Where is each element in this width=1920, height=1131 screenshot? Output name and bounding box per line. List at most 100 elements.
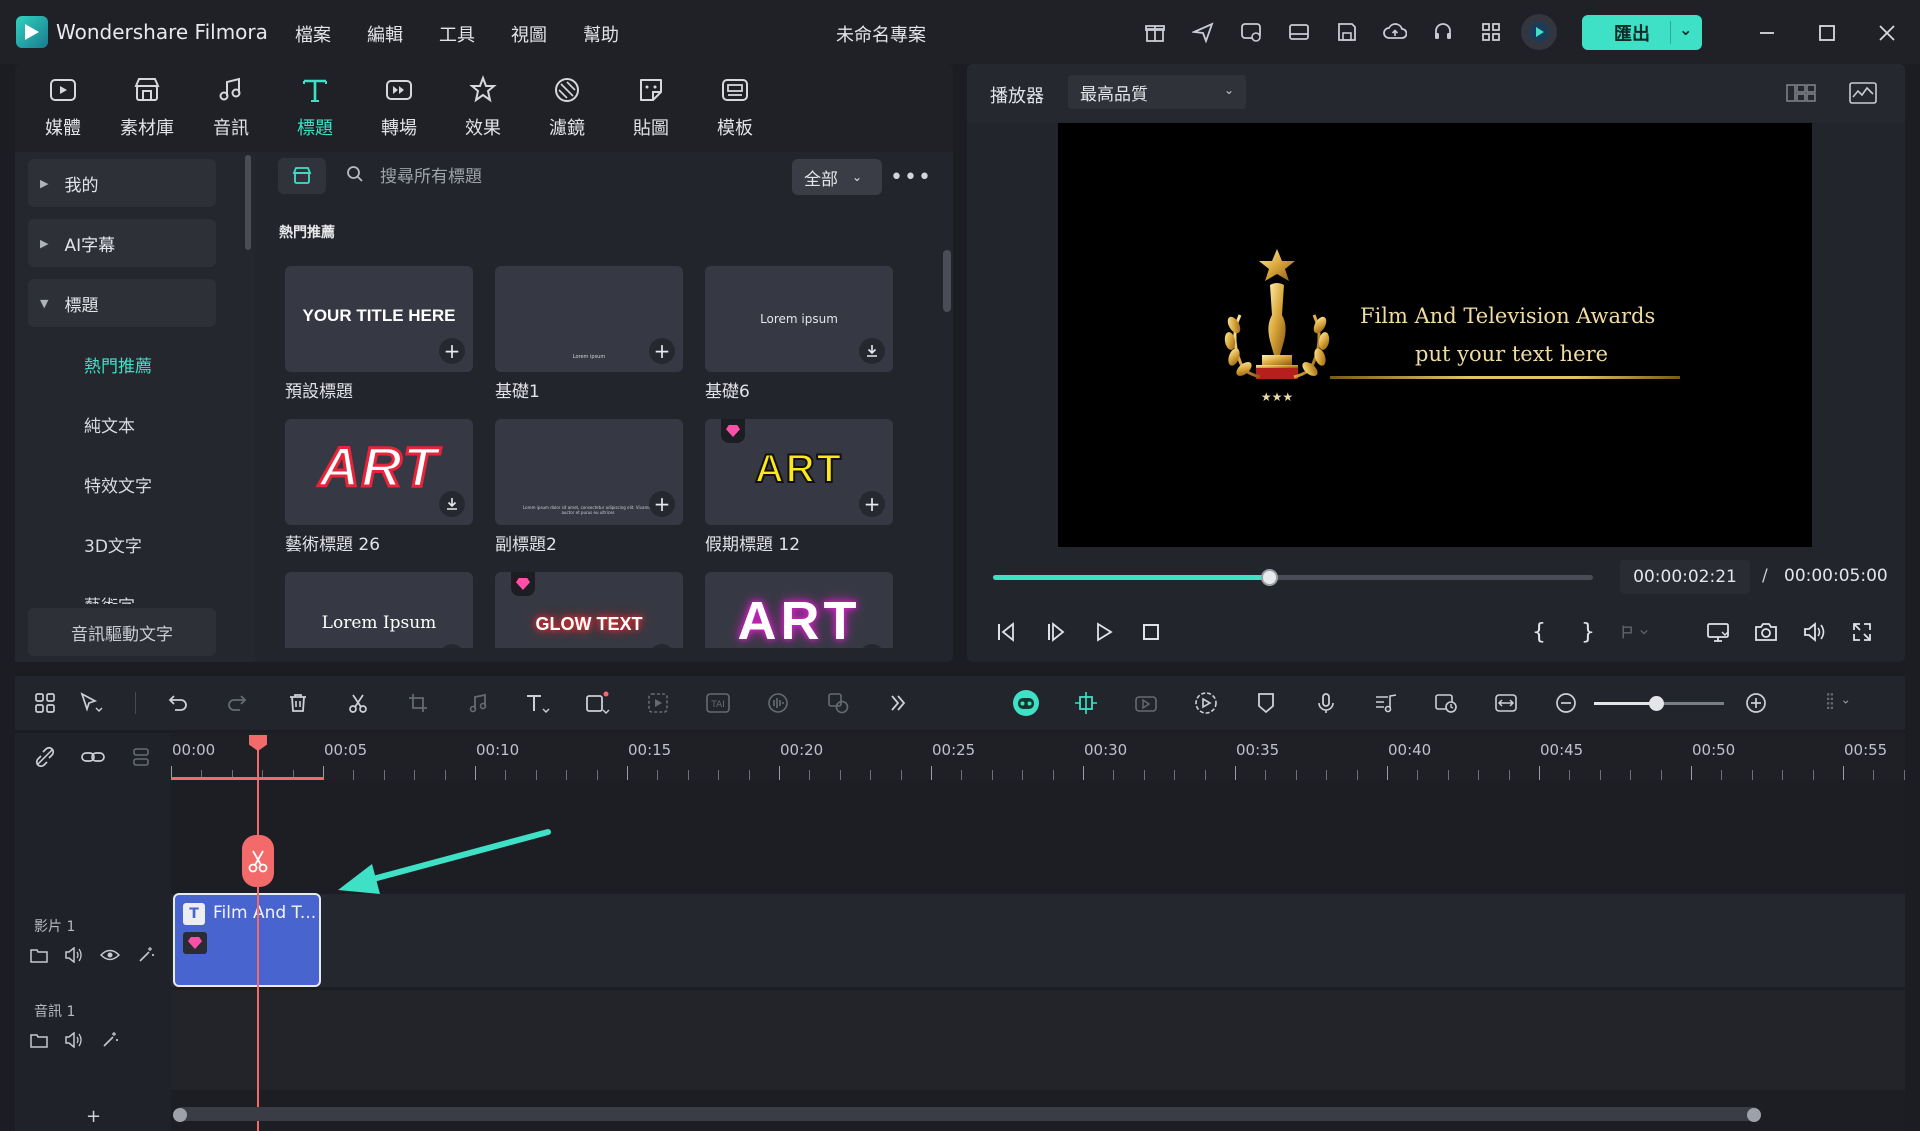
title-card-basic1[interactable]: Lorem ipsum + xyxy=(495,266,683,372)
sidebar-item-audio-driven-text[interactable]: 音訊驅動文字 xyxy=(28,608,216,656)
filter-dropdown[interactable]: 全部 ⌄ xyxy=(792,159,882,195)
feedback-icon[interactable] xyxy=(1236,17,1266,47)
tab-stock[interactable]: 素材庫 xyxy=(107,68,187,148)
play-icon[interactable] xyxy=(1088,616,1120,648)
grid-icon[interactable] xyxy=(1476,17,1506,47)
prev-frame-icon[interactable] xyxy=(990,616,1022,648)
marker-dropdown-icon[interactable] xyxy=(1620,616,1652,648)
render-preview-icon[interactable] xyxy=(1431,688,1461,718)
quality-dropdown[interactable]: 最高品質 ⌄ xyxy=(1068,75,1246,109)
title-card-lorem[interactable]: Lorem Ipsum + xyxy=(285,572,473,648)
sidebar-item-plain-text[interactable]: 純文本 xyxy=(84,412,135,437)
menu-tools[interactable]: 工具 xyxy=(439,21,475,47)
speed-icon[interactable] xyxy=(1191,688,1221,718)
menu-file[interactable]: 檔案 xyxy=(295,21,331,47)
zoom-in-icon[interactable] xyxy=(1741,688,1771,718)
magic-wand-icon[interactable] xyxy=(134,943,158,967)
track-layout-icon[interactable] xyxy=(126,742,156,772)
avatar[interactable] xyxy=(1521,14,1557,50)
fit-timeline-icon[interactable] xyxy=(1491,688,1521,718)
save-icon[interactable] xyxy=(1332,17,1362,47)
export-button[interactable]: 匯出 ⌄ xyxy=(1582,15,1702,50)
title-card-basic6[interactable]: Lorem ipsum xyxy=(705,266,893,372)
waveform-monitor-icon[interactable] xyxy=(1848,78,1878,108)
snapshot-icon[interactable] xyxy=(1750,616,1782,648)
minimize-icon[interactable] xyxy=(1750,16,1784,50)
playback-progress-knob[interactable] xyxy=(1261,569,1278,586)
download-icon[interactable] xyxy=(859,338,885,364)
playhead-line[interactable] xyxy=(257,742,259,1131)
auto-reframe-icon[interactable] xyxy=(1131,688,1161,718)
volume-icon[interactable] xyxy=(62,1028,86,1052)
add-icon[interactable]: + xyxy=(649,491,675,517)
snap-icon[interactable] xyxy=(1071,688,1101,718)
title-card-default[interactable]: YOUR TITLE HERE + xyxy=(285,266,473,372)
grid-scrollbar[interactable] xyxy=(943,250,951,312)
sidebar-scrollbar[interactable] xyxy=(245,155,251,250)
mark-in-icon[interactable]: { xyxy=(1523,616,1555,648)
track-options-icon[interactable] xyxy=(1824,688,1854,718)
undo-icon[interactable] xyxy=(163,688,193,718)
ai-copilot-icon[interactable] xyxy=(1011,688,1041,718)
motion-track-icon[interactable] xyxy=(643,688,673,718)
sidebar-item-popular[interactable]: 熱門推薦 xyxy=(84,352,152,377)
link-icon[interactable] xyxy=(78,742,108,772)
send-icon[interactable] xyxy=(1188,17,1218,47)
cut-icon[interactable] xyxy=(343,688,373,718)
eye-icon[interactable] xyxy=(98,943,122,967)
title-card-holiday12[interactable]: ART + xyxy=(705,419,893,525)
maximize-icon[interactable] xyxy=(1810,16,1844,50)
volume-icon[interactable] xyxy=(1798,616,1830,648)
tab-transitions[interactable]: 轉場 xyxy=(359,68,439,148)
shape-tool-icon[interactable] xyxy=(583,688,613,718)
title-card-neon-art[interactable]: ART + xyxy=(705,572,893,648)
tab-templates[interactable]: 模板 xyxy=(695,68,775,148)
download-icon[interactable] xyxy=(439,491,465,517)
folder-icon[interactable] xyxy=(27,1028,51,1052)
layout-switch-icon[interactable] xyxy=(30,688,60,718)
next-frame-icon[interactable] xyxy=(1040,616,1072,648)
title-card-subtitle2[interactable]: Lorem ipsum dolor sit amet, consectetur … xyxy=(495,419,683,525)
stop-icon[interactable] xyxy=(1135,616,1167,648)
timeline-horizontal-scrollbar[interactable] xyxy=(175,1107,1760,1121)
more-tools-icon[interactable] xyxy=(883,688,913,718)
tab-effects[interactable]: 效果 xyxy=(443,68,523,148)
title-card-glow[interactable]: GLOW TEXT + xyxy=(495,572,683,648)
tab-media[interactable]: 媒體 xyxy=(23,68,103,148)
unlink-icon[interactable] xyxy=(30,742,60,772)
more-options-icon[interactable]: ••• xyxy=(890,162,931,192)
audio-adjust-icon[interactable] xyxy=(463,688,493,718)
add-track-button[interactable]: + xyxy=(86,1106,101,1127)
close-icon[interactable] xyxy=(1870,16,1904,50)
display-settings-icon[interactable] xyxy=(1702,616,1734,648)
video-preview[interactable] xyxy=(1058,123,1812,547)
sidebar-item-effect-text[interactable]: 特效文字 xyxy=(84,472,152,497)
menu-view[interactable]: 視圖 xyxy=(511,21,547,47)
tab-titles[interactable]: 標題 xyxy=(275,68,355,148)
mark-out-icon[interactable]: } xyxy=(1572,616,1604,648)
title-card-art26[interactable]: ART xyxy=(285,419,473,525)
audio-mixer-icon[interactable] xyxy=(1371,688,1401,718)
ai-text-icon[interactable]: TAI xyxy=(703,688,733,718)
menu-edit[interactable]: 編輯 xyxy=(367,21,403,47)
store-button[interactable] xyxy=(278,158,326,194)
delete-icon[interactable] xyxy=(283,688,313,718)
time-ruler[interactable] xyxy=(171,733,1905,781)
add-icon[interactable]: + xyxy=(439,338,465,364)
volume-icon[interactable] xyxy=(62,943,86,967)
chevron-down-icon[interactable]: ⌄ xyxy=(1679,20,1692,39)
scrollbar-left-handle[interactable] xyxy=(173,1108,187,1122)
folder-icon[interactable] xyxy=(27,943,51,967)
video-track-lane[interactable] xyxy=(171,894,1905,987)
zoom-slider-knob[interactable] xyxy=(1649,696,1664,711)
zoom-out-icon[interactable] xyxy=(1551,688,1581,718)
current-timecode[interactable]: 00:00:02:21 xyxy=(1620,560,1750,594)
magic-wand-icon[interactable] xyxy=(98,1028,122,1052)
tab-stickers[interactable]: 貼圖 xyxy=(611,68,691,148)
sidebar-item-art-text-clip[interactable]: 藝術字 xyxy=(84,592,204,604)
cloud-upload-icon[interactable] xyxy=(1380,17,1410,47)
search-input[interactable] xyxy=(380,162,760,192)
microphone-icon[interactable] xyxy=(1311,688,1341,718)
tab-audio[interactable]: 音訊 xyxy=(191,68,271,148)
audio-wave-icon[interactable] xyxy=(763,688,793,718)
